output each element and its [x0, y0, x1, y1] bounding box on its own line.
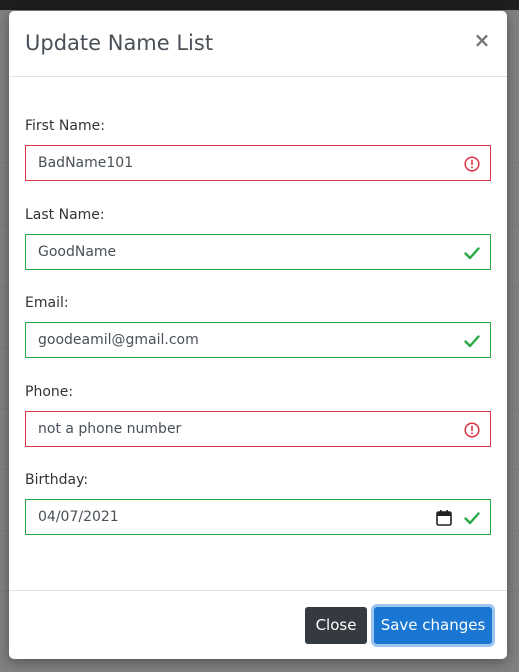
modal-title: Update Name List: [25, 31, 214, 55]
first-name-value: BadName101: [38, 155, 134, 171]
phone-label: Phone:: [25, 384, 74, 400]
check-icon: [464, 335, 480, 348]
modal-footer: Close Save changes: [9, 590, 507, 660]
email-value: goodeamil@gmail.com: [38, 332, 199, 348]
last-name-label: Last Name:: [25, 207, 105, 223]
save-changes-button[interactable]: Save changes: [374, 607, 492, 644]
close-icon[interactable]: ×: [471, 29, 493, 51]
email-input[interactable]: goodeamil@gmail.com: [25, 322, 491, 358]
birthday-value: 04/07/2021: [38, 509, 119, 525]
birthday-label: Birthday:: [25, 472, 89, 488]
phone-value: not a phone number: [38, 421, 182, 437]
check-icon: [464, 512, 480, 525]
birthday-input[interactable]: 04/07/2021: [25, 499, 491, 535]
email-label: Email:: [25, 295, 69, 311]
error-icon: [464, 156, 480, 172]
close-button[interactable]: Close: [305, 607, 367, 644]
modal-header: Update Name List ×: [9, 11, 507, 77]
last-name-value: GoodName: [38, 244, 117, 260]
check-icon: [464, 247, 480, 260]
first-name-input[interactable]: BadName101: [25, 145, 491, 181]
phone-input[interactable]: not a phone number: [25, 411, 491, 447]
error-icon: [464, 422, 480, 438]
last-name-input[interactable]: GoodName: [25, 234, 491, 270]
calendar-icon[interactable]: [435, 509, 453, 527]
first-name-label: First Name:: [25, 118, 105, 134]
update-name-list-modal: Update Name List × First Name: BadName10…: [9, 11, 507, 659]
top-bar: [0, 0, 519, 10]
